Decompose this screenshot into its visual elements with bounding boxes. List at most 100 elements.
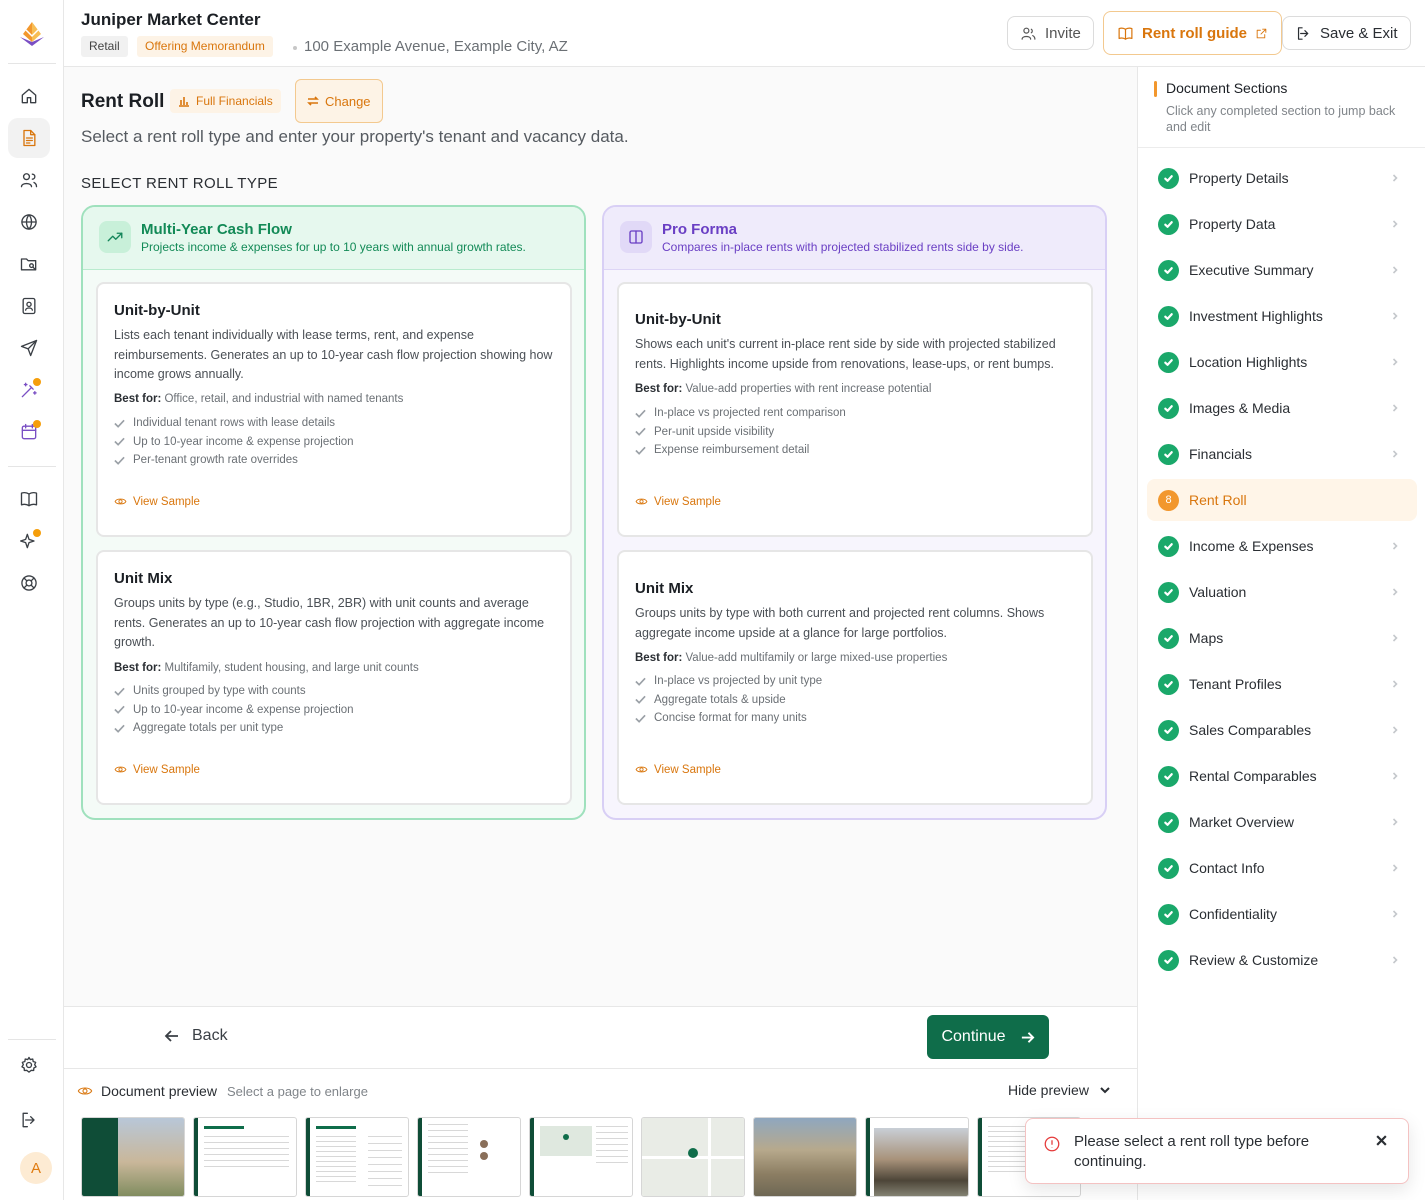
option-card-cashflow-unit-mix[interactable]: Unit Mix Groups units by type (e.g., Stu… (96, 550, 572, 805)
check-icon (635, 427, 646, 437)
app-logo[interactable] (17, 20, 47, 48)
preview-page-thumbnail[interactable] (417, 1117, 521, 1197)
back-button[interactable]: Back (164, 1027, 228, 1045)
full-financials-chip: Full Financials (170, 89, 281, 113)
sidebar-item-label: Location Highlights (1189, 354, 1308, 370)
hide-preview-button[interactable]: Hide preview (1008, 1082, 1111, 1098)
sidebar-item[interactable]: Property Details (1147, 157, 1417, 199)
preview-page-thumbnail[interactable] (193, 1117, 297, 1197)
rail-calendar[interactable] (8, 412, 50, 452)
sidebar-item-label: Maps (1189, 630, 1224, 646)
sidebar-item[interactable]: Sales Comparables (1147, 709, 1417, 751)
panel-description: Compares in-place rents with projected s… (662, 240, 1024, 254)
rail-users[interactable] (8, 160, 50, 200)
view-sample-link[interactable]: View Sample (635, 495, 721, 508)
chevron-down-icon (1100, 1087, 1110, 1094)
sidebar-item-label: Valuation (1189, 584, 1247, 600)
chevron-right-icon (1392, 864, 1398, 872)
check-icon (114, 437, 125, 447)
best-for-label: Best for: (114, 393, 162, 405)
check-circle-icon (1158, 213, 1179, 235)
sidebar-item[interactable]: Review & Customize (1147, 939, 1417, 981)
chevron-right-icon (1392, 404, 1398, 412)
panel-pro-forma: Pro Forma Compares in-place rents with p… (602, 205, 1107, 820)
rail-send[interactable] (8, 328, 50, 368)
view-sample-link[interactable]: View Sample (114, 495, 200, 508)
preview-page-thumbnail[interactable] (305, 1117, 409, 1197)
sidebar-item-label: Images & Media (1189, 400, 1291, 416)
preview-page-thumbnail[interactable] (81, 1117, 185, 1197)
sidebar-item[interactable]: Location Highlights (1147, 341, 1417, 383)
sidebar-item[interactable]: Images & Media (1147, 387, 1417, 429)
rail-help[interactable] (8, 563, 50, 603)
check-circle-icon (1158, 811, 1179, 833)
view-sample-link[interactable]: View Sample (114, 763, 200, 776)
rail-sparkles[interactable] (8, 521, 50, 561)
save-exit-button[interactable]: Save & Exit (1282, 16, 1411, 50)
view-sample-link[interactable]: View Sample (635, 763, 721, 776)
preview-page-thumbnail[interactable] (529, 1117, 633, 1197)
rail-book[interactable] (8, 479, 50, 519)
document-sections-sidebar: Document Sections Click any completed se… (1137, 67, 1425, 1200)
sidebar-item[interactable]: Executive Summary (1147, 249, 1417, 291)
arrow-right-icon (1021, 1031, 1034, 1043)
feature-item: Concise format for many units (635, 709, 822, 728)
preview-page-thumbnail[interactable] (753, 1117, 857, 1197)
sidebar-item[interactable]: Financials (1147, 433, 1417, 475)
check-icon (635, 714, 646, 723)
option-card-cashflow-unit-by-unit[interactable]: Unit-by-Unit Lists each tenant individua… (96, 282, 572, 537)
invite-button[interactable]: Invite (1007, 16, 1094, 50)
rail-settings[interactable] (8, 1045, 50, 1085)
feature-item: Up to 10-year income & expense projectio… (114, 701, 354, 720)
chevron-right-icon (1392, 588, 1398, 596)
sidebar-item[interactable]: 8 Rent Roll (1147, 479, 1417, 521)
preview-page-thumbnail[interactable] (865, 1117, 969, 1197)
sidebar-item[interactable]: Rental Comparables (1147, 755, 1417, 797)
chevron-right-icon (1392, 358, 1398, 366)
change-button[interactable]: Change (295, 79, 383, 123)
close-icon[interactable] (1375, 1134, 1388, 1147)
preview-page-thumbnail[interactable] (641, 1117, 745, 1197)
sidebar-item[interactable]: Tenant Profiles (1147, 663, 1417, 705)
check-icon (635, 695, 646, 705)
sidebar-item[interactable]: Confidentiality (1147, 893, 1417, 935)
sidebar-item[interactable]: Contact Info (1147, 847, 1417, 889)
option-card-proforma-unit-by-unit[interactable]: Unit-by-Unit Shows each unit's current i… (617, 282, 1093, 537)
sidebar-item[interactable]: Maps (1147, 617, 1417, 659)
sidebar-item-label: Investment Highlights (1189, 308, 1323, 324)
rail-documents[interactable] (8, 118, 50, 158)
feature-list: Individual tenant rows with lease detail… (114, 414, 354, 470)
rail-contacts[interactable] (8, 286, 50, 326)
rail-home[interactable] (8, 76, 50, 116)
sidebar-item[interactable]: Property Data (1147, 203, 1417, 245)
best-for-label: Best for: (635, 383, 683, 395)
feature-list: In-place vs projected by unit type Aggre… (635, 672, 822, 728)
check-icon (635, 446, 646, 455)
rail-folder[interactable] (8, 244, 50, 284)
swap-icon (307, 96, 319, 106)
check-icon (114, 687, 125, 696)
sidebar-item[interactable]: Market Overview (1147, 801, 1417, 843)
chevron-right-icon (1392, 220, 1398, 228)
feature-item: Aggregate totals & upside (635, 691, 822, 710)
eye-icon (635, 766, 648, 773)
rail-magic[interactable] (8, 370, 50, 410)
option-card-proforma-unit-mix[interactable]: Unit Mix Groups units by type with both … (617, 550, 1093, 805)
sidebar-item-label: Sales Comparables (1189, 722, 1312, 738)
card-best-for: Best for: Value-add multifamily or large… (635, 652, 947, 664)
chevron-right-icon (1392, 174, 1398, 182)
sidebar-item[interactable]: Income & Expenses (1147, 525, 1417, 567)
sidebar-item[interactable]: Investment Highlights (1147, 295, 1417, 337)
rent-roll-guide-button[interactable]: Rent roll guide (1103, 11, 1282, 55)
preview-label: Document preview (101, 1083, 217, 1099)
chevron-right-icon (1392, 542, 1398, 550)
sidebar-item-label: Executive Summary (1189, 262, 1314, 278)
rail-globe[interactable] (8, 202, 50, 242)
property-address: 100 Example Avenue, Example City, AZ (304, 38, 568, 55)
check-circle-icon (1158, 259, 1179, 281)
section-label: SELECT RENT ROLL TYPE (81, 175, 279, 192)
avatar[interactable]: A (20, 1152, 52, 1184)
continue-button[interactable]: Continue (927, 1015, 1049, 1059)
rail-logout[interactable] (8, 1100, 50, 1140)
sidebar-item[interactable]: Valuation (1147, 571, 1417, 613)
